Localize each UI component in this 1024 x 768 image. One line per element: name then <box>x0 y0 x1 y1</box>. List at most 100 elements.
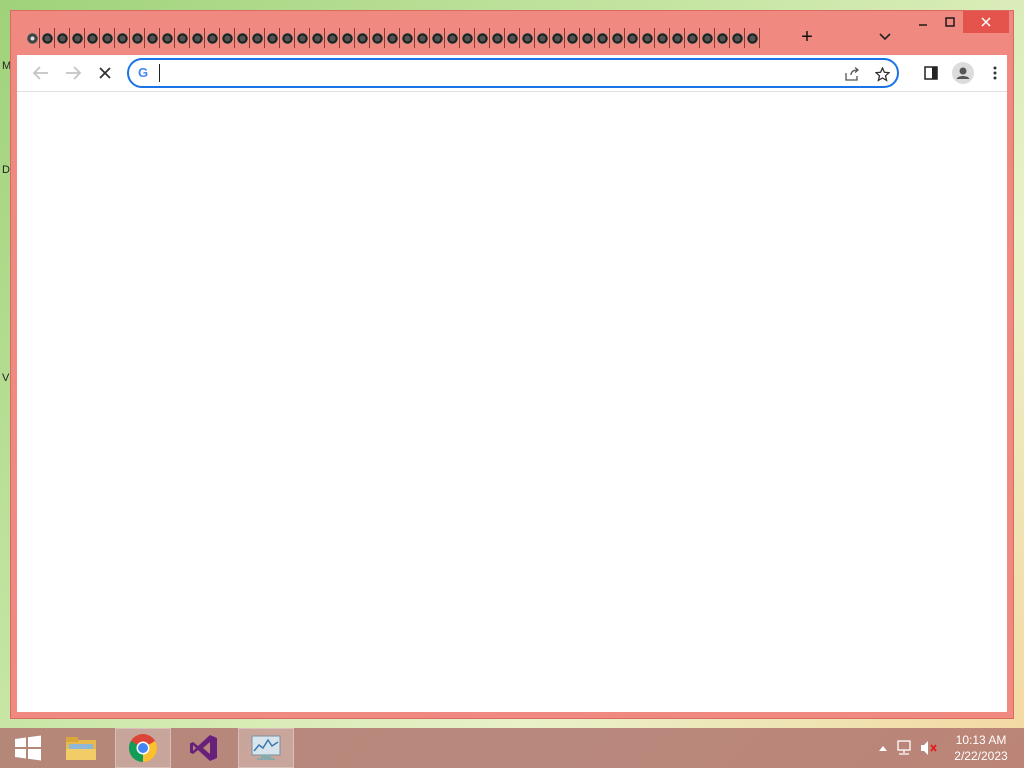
browser-tab[interactable] <box>265 28 280 48</box>
tab-favicon-icon <box>401 32 413 44</box>
tab-favicon-icon <box>251 32 263 44</box>
browser-tab[interactable] <box>220 28 235 48</box>
arrow-right-icon <box>66 66 81 80</box>
browser-tab[interactable] <box>520 28 535 48</box>
show-hidden-icons-button[interactable] <box>874 740 892 756</box>
back-button[interactable] <box>29 61 53 85</box>
browser-tab[interactable] <box>115 28 130 48</box>
browser-tab[interactable] <box>700 28 715 48</box>
tab-favicon-icon <box>461 32 473 44</box>
browser-tab[interactable] <box>445 28 460 48</box>
share-button[interactable] <box>841 63 863 85</box>
browser-tab[interactable] <box>355 28 370 48</box>
browser-tab[interactable] <box>535 28 550 48</box>
browser-tab[interactable] <box>85 28 100 48</box>
windows-logo-icon <box>15 735 41 761</box>
caret-up-icon <box>879 746 887 751</box>
browser-tab[interactable] <box>280 28 295 48</box>
tab-favicon-icon <box>566 32 578 44</box>
close-button[interactable] <box>963 11 1009 33</box>
browser-tab[interactable] <box>70 28 85 48</box>
tab-favicon-icon <box>86 32 98 44</box>
visual-studio-icon <box>190 735 217 761</box>
taskbar-file-explorer[interactable] <box>53 728 109 768</box>
tab-favicon-icon <box>581 32 593 44</box>
browser-tab[interactable] <box>175 28 190 48</box>
browser-tab[interactable] <box>205 28 220 48</box>
browser-tab[interactable] <box>55 28 70 48</box>
browser-tab[interactable] <box>160 28 175 48</box>
side-panel-icon <box>924 66 938 80</box>
browser-tab[interactable] <box>250 28 265 48</box>
tab-favicon-icon <box>506 32 518 44</box>
maximize-icon <box>945 17 955 27</box>
title-bar[interactable]: + <box>11 11 1013 55</box>
browser-tab[interactable] <box>415 28 430 48</box>
taskbar-chrome[interactable] <box>115 728 171 768</box>
tab-favicon-icon <box>71 32 83 44</box>
browser-tab[interactable] <box>550 28 565 48</box>
browser-tab[interactable] <box>685 28 700 48</box>
taskbar-visual-studio[interactable] <box>176 728 232 768</box>
stop-button[interactable] <box>93 61 117 85</box>
volume-tray-button[interactable] <box>920 740 938 756</box>
taskbar: 10:13 AM 2/22/2023 <box>0 728 1024 768</box>
browser-tab[interactable] <box>475 28 490 48</box>
browser-tab[interactable] <box>565 28 580 48</box>
new-tab-button[interactable]: + <box>795 25 819 49</box>
network-tray-button[interactable] <box>896 740 914 756</box>
browser-tab[interactable] <box>625 28 640 48</box>
browser-tab[interactable] <box>40 28 55 48</box>
browser-tab[interactable] <box>430 28 445 48</box>
menu-button[interactable] <box>983 61 1007 85</box>
browser-tab[interactable] <box>295 28 310 48</box>
browser-tab[interactable] <box>670 28 685 48</box>
address-input[interactable] <box>159 64 799 82</box>
system-clock[interactable]: 10:13 AM 2/22/2023 <box>944 732 1018 764</box>
browser-tab[interactable] <box>190 28 205 48</box>
browser-tab[interactable] <box>145 28 160 48</box>
browser-tab[interactable] <box>310 28 325 48</box>
tab-favicon-icon <box>236 32 248 44</box>
tab-search-button[interactable] <box>873 25 897 49</box>
tab-favicon-icon <box>131 32 143 44</box>
minimize-button[interactable] <box>911 11 935 33</box>
bookmark-button[interactable] <box>871 63 893 85</box>
profile-button[interactable] <box>951 61 975 85</box>
volume-muted-icon <box>921 741 937 755</box>
browser-tab[interactable] <box>610 28 625 48</box>
browser-tab[interactable] <box>25 28 40 48</box>
google-icon: G <box>138 65 149 80</box>
browser-tab[interactable] <box>715 28 730 48</box>
tab-favicon-icon <box>26 32 38 44</box>
browser-tab[interactable] <box>655 28 670 48</box>
start-button[interactable] <box>0 728 56 768</box>
maximize-button[interactable] <box>938 11 962 33</box>
browser-tab[interactable] <box>130 28 145 48</box>
browser-tab[interactable] <box>460 28 475 48</box>
browser-tab[interactable] <box>370 28 385 48</box>
browser-tab[interactable] <box>100 28 115 48</box>
more-vert-icon <box>993 66 997 80</box>
browser-tab[interactable] <box>490 28 505 48</box>
tab-favicon-icon <box>656 32 668 44</box>
forward-button[interactable] <box>61 61 85 85</box>
browser-tab[interactable] <box>580 28 595 48</box>
browser-tab[interactable] <box>400 28 415 48</box>
browser-tab[interactable] <box>385 28 400 48</box>
taskbar-performance-monitor[interactable] <box>238 728 294 768</box>
tab-favicon-icon <box>416 32 428 44</box>
address-bar[interactable]: G <box>127 58 899 88</box>
browser-tab[interactable] <box>505 28 520 48</box>
browser-tab[interactable] <box>235 28 250 48</box>
side-panel-button[interactable] <box>919 61 943 85</box>
browser-tab[interactable] <box>745 28 760 48</box>
browser-tab[interactable] <box>640 28 655 48</box>
browser-tab[interactable] <box>325 28 340 48</box>
page-content[interactable] <box>17 91 1007 712</box>
tab-favicon-icon <box>716 32 728 44</box>
browser-tab[interactable] <box>340 28 355 48</box>
browser-tab[interactable] <box>730 28 745 48</box>
close-icon <box>981 17 991 27</box>
browser-tab[interactable] <box>595 28 610 48</box>
